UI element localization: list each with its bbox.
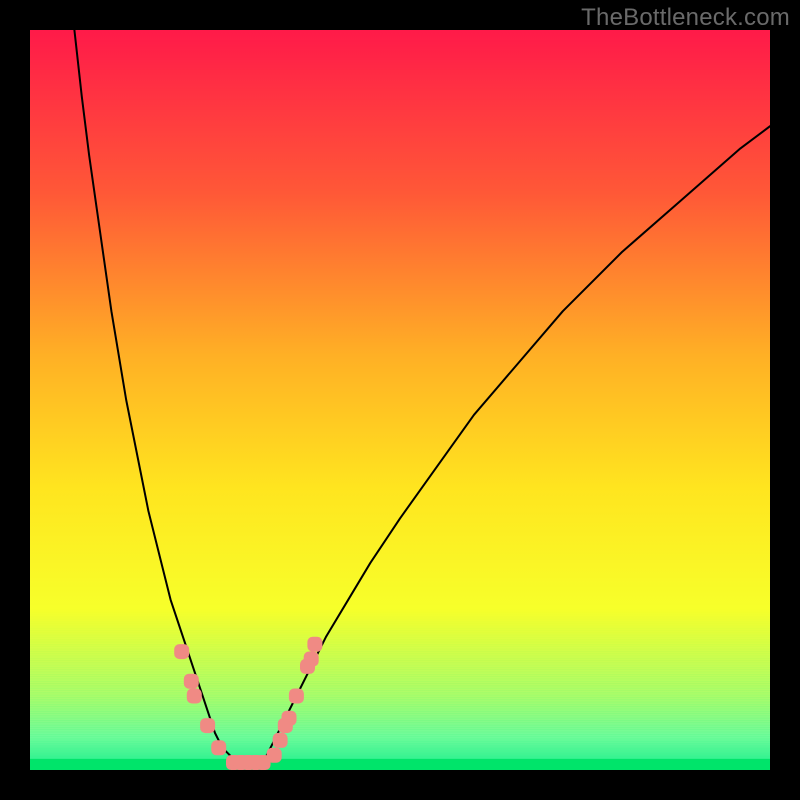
highlight-dot <box>187 689 202 704</box>
highlight-dot <box>200 718 215 733</box>
chart-frame: TheBottleneck.com <box>0 0 800 800</box>
green-floor <box>30 759 770 770</box>
highlight-dot <box>273 733 288 748</box>
highlight-dot <box>211 740 226 755</box>
highlight-dot <box>174 644 189 659</box>
highlight-dot <box>267 748 282 763</box>
bottom-banding <box>30 607 770 769</box>
plot-area <box>30 30 770 770</box>
highlight-dot <box>289 689 304 704</box>
highlight-dot <box>282 711 297 726</box>
watermark-text: TheBottleneck.com <box>581 4 790 32</box>
highlight-dot <box>304 652 319 667</box>
chart-svg <box>30 30 770 770</box>
highlight-dot <box>184 674 199 689</box>
highlight-dot <box>307 637 322 652</box>
